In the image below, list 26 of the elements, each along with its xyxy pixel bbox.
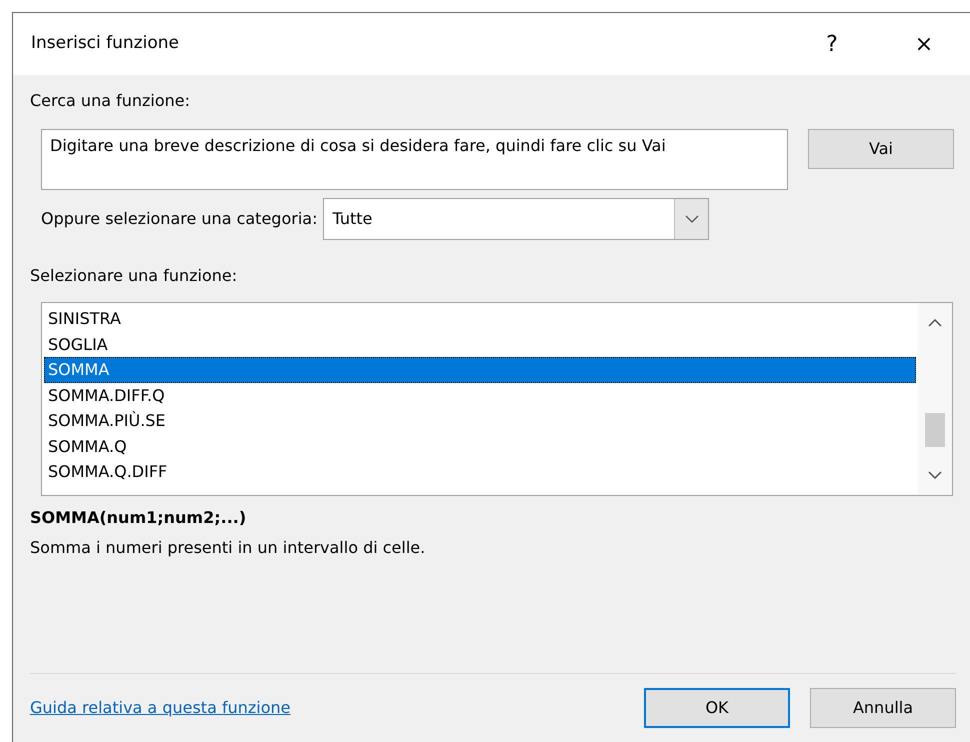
help-button[interactable]: ? <box>786 28 878 60</box>
close-button[interactable]: × <box>878 28 970 60</box>
function-item[interactable]: SOMMA <box>44 357 916 382</box>
function-item[interactable]: SOGLIA <box>44 332 916 357</box>
function-signature: SOMMA(num1;num2;...) <box>30 507 246 529</box>
search-label: Cerca una funzione: <box>30 90 190 112</box>
function-item[interactable]: SINISTRA <box>44 306 916 332</box>
cancel-button[interactable]: Annulla <box>810 688 956 728</box>
function-list[interactable]: SINISTRA SOGLIA SOMMA SOMMA.DIFF.Q SOMMA.PIÙ.SE SOMMA.Q SOMMA.Q.DIFF <box>41 302 953 496</box>
function-list-label: Selezionare una funzione: <box>30 265 238 287</box>
scroll-down-icon[interactable] <box>928 471 942 479</box>
search-field[interactable]: Digitare una breve descrizione di cosa si desidera fare, quindi fare clic su Vai <box>41 129 788 190</box>
category-label: Oppure selezionare una categoria: <box>41 208 318 230</box>
function-item[interactable]: SOMMA.Q <box>44 434 916 459</box>
window-title: Inserisci funzione <box>31 32 180 56</box>
function-item[interactable]: SOMMA.PIÙ.SE <box>44 408 916 434</box>
scroll-up-icon[interactable] <box>928 319 942 327</box>
go-button[interactable]: Vai <box>808 129 954 169</box>
function-item[interactable]: SOMMA.Q.DIFF <box>44 459 916 484</box>
help-link[interactable]: Guida relativa a questa funzione <box>30 696 290 720</box>
function-item[interactable]: SOMMA.DIFF.Q <box>44 382 916 408</box>
scroll-thumb[interactable] <box>925 413 945 447</box>
category-dropdown[interactable]: Tutte <box>323 198 710 240</box>
ok-button[interactable]: OK <box>644 688 790 728</box>
caret-icon <box>684 215 699 223</box>
function-description: Somma i numeri presenti in un intervallo di celle. <box>30 537 426 559</box>
